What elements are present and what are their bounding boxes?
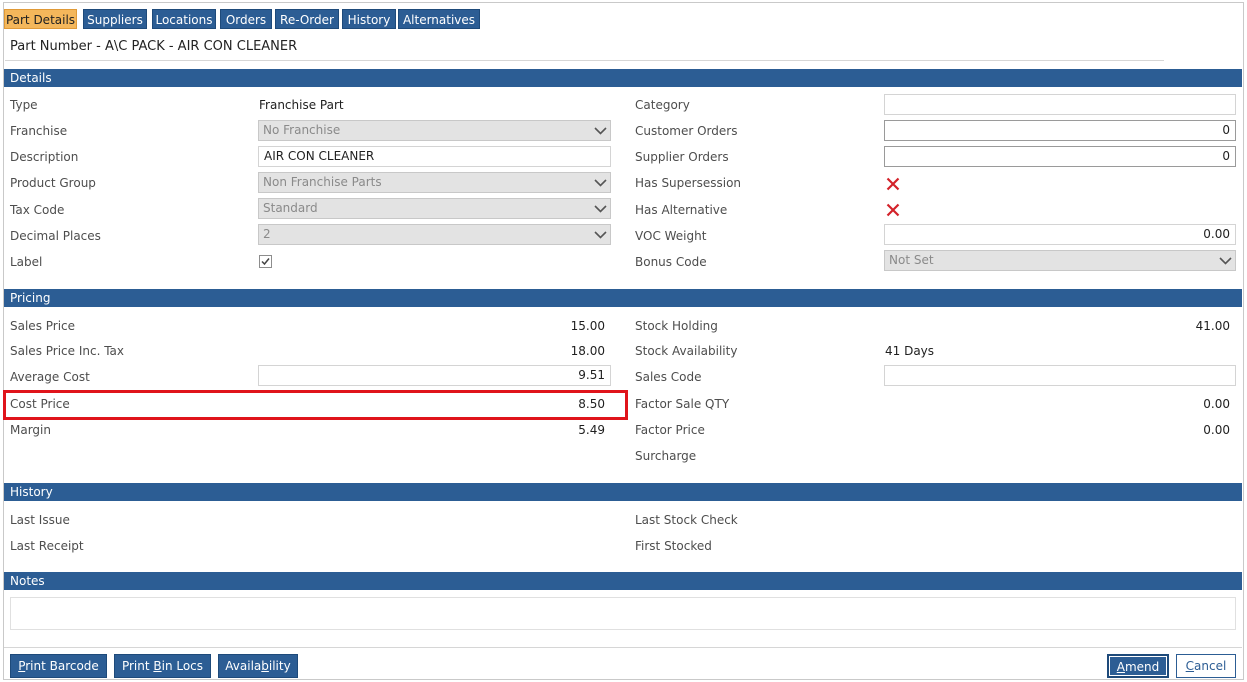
print-bin-locs-label-accel: B bbox=[153, 659, 162, 673]
label-label: Label bbox=[10, 255, 43, 269]
sales-price-inc-tax-value: 18.00 bbox=[570, 344, 605, 358]
amend-label-accel: A bbox=[1116, 660, 1125, 674]
product-group-select-value: Non Franchise Parts bbox=[263, 175, 382, 189]
tax-code-label: Tax Code bbox=[10, 203, 65, 217]
bonus-code-select-value: Not Set bbox=[889, 253, 934, 267]
tab-alternatives[interactable]: Alternatives bbox=[398, 9, 480, 29]
tab-suppliers[interactable]: Suppliers bbox=[83, 9, 147, 29]
margin-value: 5.49 bbox=[578, 423, 605, 437]
surcharge-label: Surcharge bbox=[635, 449, 697, 463]
tab-re-order[interactable]: Re-Order bbox=[275, 9, 339, 29]
stock-holding-value: 41.00 bbox=[1195, 319, 1230, 333]
sales-code-field[interactable] bbox=[884, 365, 1236, 386]
check-icon bbox=[261, 258, 270, 266]
category-label: Category bbox=[635, 98, 690, 112]
average-cost-label: Average Cost bbox=[10, 370, 90, 384]
page-title: Part Number - A\C PACK - AIR CON CLEANER bbox=[10, 39, 298, 54]
availability-button[interactable]: Availability bbox=[218, 654, 298, 678]
bonus-code-label: Bonus Code bbox=[635, 255, 707, 269]
first-stocked-label: First Stocked bbox=[635, 539, 712, 553]
franchise-label: Franchise bbox=[10, 124, 68, 138]
x-icon bbox=[886, 203, 900, 217]
description-label: Description bbox=[10, 150, 79, 164]
chevron-down-icon bbox=[594, 176, 607, 189]
section-header-details: Details bbox=[4, 69, 1242, 87]
voc-weight-field[interactable]: 0.00 bbox=[884, 224, 1236, 245]
supplier-orders-label: Supplier Orders bbox=[635, 150, 729, 164]
print-bin-locs-label-post: in Locs bbox=[161, 659, 204, 673]
notes-textarea[interactable] bbox=[10, 597, 1236, 630]
average-cost-field[interactable]: 9.51 bbox=[258, 365, 611, 386]
decimal-places-select[interactable]: 2 bbox=[258, 224, 611, 245]
margin-label: Margin bbox=[10, 423, 51, 437]
sales-price-label: Sales Price bbox=[10, 319, 76, 333]
print-barcode-button[interactable]: Print Barcode bbox=[10, 654, 107, 678]
tab-history[interactable]: History bbox=[342, 9, 396, 29]
amend-label-post: mend bbox=[1124, 660, 1160, 674]
cost-price-highlight bbox=[3, 390, 628, 420]
availability-label-post: ility bbox=[268, 659, 291, 673]
decimal-places-label: Decimal Places bbox=[10, 229, 101, 243]
tab-orders[interactable]: Orders bbox=[220, 9, 272, 29]
type-value: Franchise Part bbox=[259, 98, 344, 112]
supplier-orders-field[interactable]: 0 bbox=[884, 146, 1236, 167]
voc-weight-label: VOC Weight bbox=[635, 229, 707, 243]
cancel-label-accel: C bbox=[1185, 659, 1195, 673]
factor-sale-qty-value: 0.00 bbox=[1203, 397, 1230, 411]
chevron-down-icon bbox=[594, 124, 607, 137]
cancel-button[interactable]: Cancel bbox=[1176, 654, 1236, 678]
franchise-select-value: No Franchise bbox=[263, 123, 341, 137]
product-group-label: Product Group bbox=[10, 176, 96, 190]
stock-availability-value: 41 Days bbox=[885, 344, 935, 358]
availability-label-pre: Availa bbox=[225, 659, 262, 673]
tax-code-select[interactable]: Standard bbox=[258, 198, 611, 219]
print-bin-locs-label-pre: Print bbox=[121, 659, 154, 673]
chevron-down-icon bbox=[594, 228, 607, 241]
last-issue-label: Last Issue bbox=[10, 513, 70, 527]
customer-orders-field[interactable]: 0 bbox=[884, 120, 1236, 141]
tax-code-select-value: Standard bbox=[263, 201, 318, 215]
decimal-places-select-value: 2 bbox=[263, 227, 271, 241]
section-header-history: History bbox=[4, 483, 1242, 501]
has-alternative-label: Has Alternative bbox=[635, 203, 728, 217]
product-group-select[interactable]: Non Franchise Parts bbox=[258, 172, 611, 193]
print-bin-locs-button[interactable]: Print Bin Locs bbox=[114, 654, 211, 678]
availability-label-accel: b bbox=[261, 659, 269, 673]
cancel-label-post: ancel bbox=[1194, 659, 1227, 673]
type-label: Type bbox=[10, 98, 38, 112]
description-field[interactable]: AIR CON CLEANER bbox=[258, 146, 611, 167]
chevron-down-icon bbox=[594, 202, 607, 215]
last-receipt-label: Last Receipt bbox=[10, 539, 84, 553]
has-supersession-label: Has Supersession bbox=[635, 176, 742, 190]
x-icon bbox=[886, 177, 900, 191]
customer-orders-label: Customer Orders bbox=[635, 124, 738, 138]
print-barcode-label-post: rint Barcode bbox=[25, 659, 99, 673]
amend-button[interactable]: Amend bbox=[1107, 654, 1169, 678]
title-divider bbox=[5, 60, 1164, 61]
last-stock-check-label: Last Stock Check bbox=[635, 513, 738, 527]
stock-availability-label: Stock Availability bbox=[635, 344, 738, 358]
section-header-pricing: Pricing bbox=[4, 289, 1242, 307]
tab-locations[interactable]: Locations bbox=[152, 9, 216, 29]
factor-sale-qty-label: Factor Sale QTY bbox=[635, 397, 730, 411]
section-header-notes: Notes bbox=[4, 572, 1242, 590]
chevron-down-icon bbox=[1219, 254, 1232, 267]
tab-part-details[interactable]: Part Details bbox=[4, 9, 77, 29]
sales-price-inc-tax-label: Sales Price Inc. Tax bbox=[10, 344, 125, 358]
franchise-select[interactable]: No Franchise bbox=[258, 120, 611, 141]
factor-price-label: Factor Price bbox=[635, 423, 705, 437]
footer-divider bbox=[4, 647, 1242, 648]
category-field[interactable] bbox=[884, 94, 1236, 115]
sales-price-value: 15.00 bbox=[570, 319, 605, 333]
sales-code-label: Sales Code bbox=[635, 370, 702, 384]
label-checkbox[interactable] bbox=[259, 255, 272, 268]
factor-price-value: 0.00 bbox=[1203, 423, 1230, 437]
stock-holding-label: Stock Holding bbox=[635, 319, 718, 333]
bonus-code-select[interactable]: Not Set bbox=[884, 250, 1236, 271]
